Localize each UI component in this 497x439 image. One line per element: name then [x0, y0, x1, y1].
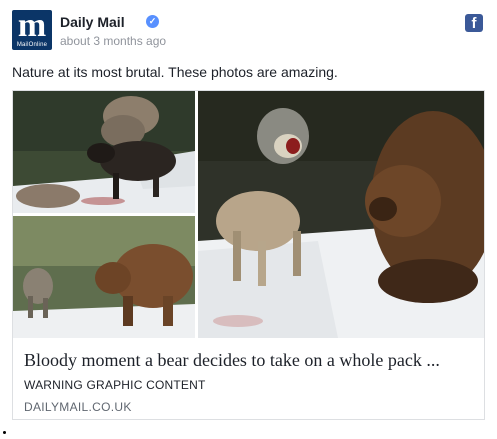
avatar-logo-letter: m — [17, 10, 47, 44]
stray-dot — [3, 431, 6, 434]
link-card-text[interactable]: Bloody moment a bear decides to take on … — [13, 338, 484, 419]
verified-badge-icon: ✓ — [146, 15, 159, 28]
page-name[interactable]: Daily Mail — [60, 14, 125, 30]
photo-wolves-carcass[interactable] — [13, 91, 195, 213]
photo-wolf-and-bear[interactable] — [13, 216, 195, 338]
link-domain: DAILYMAIL.CO.UK — [24, 400, 132, 414]
facebook-icon[interactable]: f — [465, 14, 483, 32]
avatar-logo-subtext: MailOnline — [16, 42, 48, 48]
link-preview-card[interactable]: Bloody moment a bear decides to take on … — [12, 90, 485, 420]
post-text: Nature at its most brutal. These photos … — [12, 64, 338, 80]
photo-collage[interactable] — [13, 91, 484, 338]
link-subtitle: WARNING GRAPHIC CONTENT — [24, 378, 206, 392]
link-headline[interactable]: Bloody moment a bear decides to take on … — [24, 350, 440, 371]
page-avatar[interactable]: m MailOnline — [12, 10, 52, 50]
post-timestamp[interactable]: about 3 months ago — [60, 34, 166, 48]
photo-snarling-wolf-bear[interactable] — [198, 91, 484, 338]
post-header: m MailOnline Daily Mail ✓ about 3 months… — [12, 10, 485, 54]
